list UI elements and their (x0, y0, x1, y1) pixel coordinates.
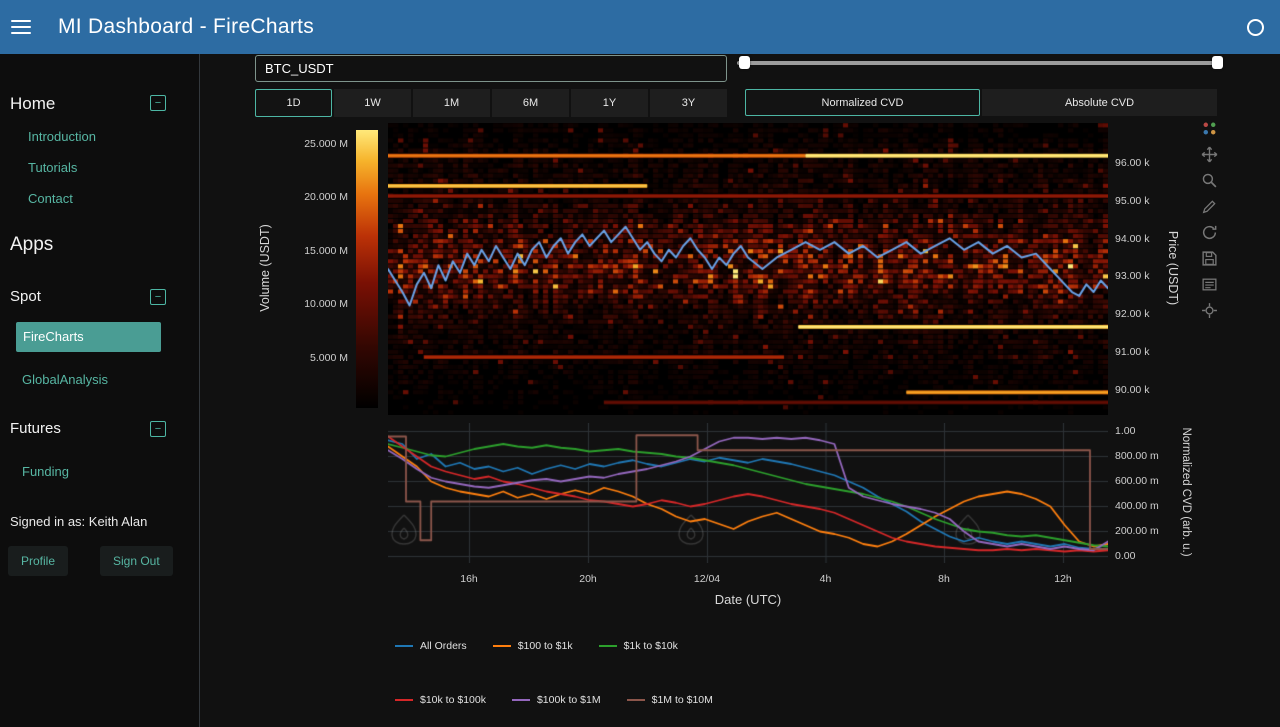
legend-label: $10k to $100k (420, 694, 486, 706)
collapse-home-button[interactable]: − (150, 95, 166, 111)
slider-handle-right[interactable] (1212, 56, 1223, 69)
tick-label: 10.000 M (288, 298, 348, 310)
topbar: MI Dashboard - FireCharts (0, 0, 1280, 54)
tick-label: 25.000 M (288, 138, 348, 150)
cvd-chart-canvas[interactable] (388, 423, 1108, 563)
sidebar-item-contact[interactable]: Contact (28, 191, 73, 206)
tick-label: 20h (558, 573, 618, 585)
tick-label: 90.00 k (1115, 384, 1149, 396)
tick-label: 20.000 M (288, 191, 348, 203)
absolute-cvd-button[interactable]: Absolute CVD (982, 89, 1217, 116)
sidebar-item-globalanalysis[interactable]: GlobalAnalysis (22, 372, 108, 387)
legend-item[interactable]: $1k to $10k (599, 640, 678, 652)
sidebar-item-introduction[interactable]: Introduction (28, 129, 96, 144)
tick-label: 400.00 m (1115, 500, 1159, 512)
volume-axis-title: Volume (USDT) (258, 224, 272, 312)
normalized-cvd-button[interactable]: Normalized CVD (745, 89, 980, 116)
sidebar-item-funding[interactable]: Funding (22, 464, 69, 479)
slider-handle-left[interactable] (739, 56, 750, 69)
modebar (1201, 120, 1218, 319)
tick-label: 93.00 k (1115, 270, 1149, 282)
plotly-logo-icon[interactable] (1201, 120, 1218, 137)
figure: 1D 1W 1M 6M 1Y 3Y Normalized CVD Absolut… (232, 54, 1280, 727)
tick-label: 800.00 m (1115, 450, 1159, 462)
legend-label: $1M to $10M (652, 694, 713, 706)
timeframe-3y-button[interactable]: 3Y (650, 89, 727, 117)
legend-swatch (627, 699, 645, 701)
cvd-mode-group: Normalized CVD Absolute CVD (745, 89, 1217, 116)
timeframe-6m-button[interactable]: 6M (492, 89, 569, 117)
legend-item[interactable]: All Orders (395, 640, 467, 652)
legend-label: $100 to $1k (518, 640, 573, 652)
timeframe-1d-button[interactable]: 1D (255, 89, 332, 117)
tick-label: 0.00 (1115, 550, 1135, 562)
tick-label: 200.00 m (1115, 525, 1159, 537)
toggle-spikelines-icon[interactable] (1201, 302, 1218, 319)
colorbar (356, 130, 378, 408)
legend-label: All Orders (420, 640, 467, 652)
tick-label: 96.00 k (1115, 157, 1149, 169)
zoom-icon[interactable] (1201, 172, 1218, 189)
hover-compare-icon[interactable] (1201, 276, 1218, 293)
timeframe-group: 1D 1W 1M 6M 1Y 3Y (255, 89, 727, 117)
profile-button[interactable]: Profile (8, 546, 68, 576)
legend-item[interactable]: $100 to $1k (493, 640, 573, 652)
tick-label: 12h (1033, 573, 1093, 585)
sidebar-item-firecharts[interactable]: FireCharts (16, 322, 161, 352)
legend-swatch (395, 645, 413, 647)
timeframe-1m-button[interactable]: 1M (413, 89, 490, 117)
slider-track[interactable] (737, 61, 1223, 65)
sidebar-item-tutorials[interactable]: Tutorials (28, 160, 77, 175)
legend-row-2: $10k to $100k $100k to $1M $1M to $10M (395, 694, 713, 706)
price-axis-title: Price (USDT) (1166, 231, 1180, 305)
autoscale-icon[interactable] (1201, 224, 1218, 241)
heatmap-canvas[interactable] (388, 123, 1108, 415)
menu-icon[interactable] (11, 20, 31, 34)
sidebar-section-home: Home (10, 94, 55, 114)
x-axis-title: Date (UTC) (715, 592, 781, 607)
tick-label: 16h (439, 573, 499, 585)
tick-label: 600.00 m (1115, 475, 1159, 487)
tick-label: 94.00 k (1115, 233, 1149, 245)
timeframe-1y-button[interactable]: 1Y (571, 89, 648, 117)
legend-swatch (395, 699, 413, 701)
legend-label: $1k to $10k (624, 640, 678, 652)
tick-label: 4h (796, 573, 856, 585)
tick-label: 92.00 k (1115, 308, 1149, 320)
snapshot-icon[interactable] (1201, 250, 1218, 267)
tick-label: 8h (914, 573, 974, 585)
app-title: MI Dashboard - FireCharts (58, 15, 314, 39)
legend-row-1: All Orders $100 to $1k $1k to $10k (395, 640, 678, 652)
tick-label: 1.00 (1115, 425, 1135, 437)
tick-label: 15.000 M (288, 245, 348, 257)
tick-label: 5.000 M (288, 352, 348, 364)
legend-item[interactable]: $1M to $10M (627, 694, 713, 706)
sidebar-section-spot: Spot (10, 288, 41, 305)
draw-icon[interactable] (1201, 198, 1218, 215)
legend-swatch (493, 645, 511, 647)
timeframe-1w-button[interactable]: 1W (334, 89, 411, 117)
symbol-input[interactable] (255, 55, 727, 82)
legend-item[interactable]: $10k to $100k (395, 694, 486, 706)
tick-label: 95.00 k (1115, 195, 1149, 207)
sidebar-section-futures: Futures (10, 420, 61, 437)
date-range-slider[interactable] (737, 56, 1223, 70)
sidebar-section-apps: Apps (10, 234, 53, 256)
tick-label: 12/04 (677, 573, 737, 585)
tick-label: 91.00 k (1115, 346, 1149, 358)
pan-icon[interactable] (1201, 146, 1218, 163)
legend-label: $100k to $1M (537, 694, 601, 706)
collapse-futures-button[interactable]: − (150, 421, 166, 437)
signout-button[interactable]: Sign Out (100, 546, 173, 576)
sidebar: Home − Introduction Tutorials Contact Ap… (0, 54, 200, 727)
loading-circle-icon (1247, 19, 1264, 36)
legend-item[interactable]: $100k to $1M (512, 694, 601, 706)
cvd-axis-title: Normalized CVD (arb. u.) (1180, 427, 1192, 556)
legend-swatch (512, 699, 530, 701)
collapse-spot-button[interactable]: − (150, 289, 166, 305)
signed-in-text: Signed in as: Keith Alan (10, 514, 147, 529)
legend-swatch (599, 645, 617, 647)
